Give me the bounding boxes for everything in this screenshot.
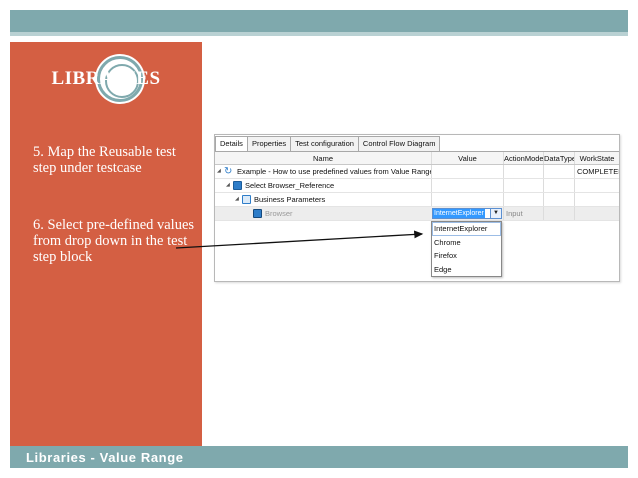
column-header-value[interactable]: Value bbox=[431, 152, 503, 164]
value-combobox[interactable]: InternetExplorer ▼ bbox=[432, 208, 502, 219]
parameter-icon bbox=[253, 209, 262, 218]
tab-properties[interactable]: Properties bbox=[246, 136, 292, 151]
column-header-work-state[interactable]: WorkState bbox=[574, 152, 619, 164]
row-action-mode: Input bbox=[506, 209, 523, 218]
row-name: Browser bbox=[265, 209, 293, 218]
table-row[interactable]: ◢ Business Parameters bbox=[215, 193, 619, 207]
header-band bbox=[10, 10, 628, 32]
table-row[interactable]: ◢ ↻ Example - How to use predefined valu… bbox=[215, 165, 619, 179]
row-name: Example - How to use predefined values f… bbox=[237, 167, 431, 176]
step-6-text: 6. Select pre-defined values from drop d… bbox=[33, 217, 195, 265]
row-name: Select Browser_Reference bbox=[245, 181, 335, 190]
slide-title: LIBRARIES bbox=[51, 68, 161, 89]
chevron-down-icon[interactable]: ▼ bbox=[490, 209, 501, 218]
test-case-refresh-icon: ↻ bbox=[224, 165, 233, 177]
dropdown-option-edge[interactable]: Edge bbox=[432, 263, 501, 277]
test-step-grid: Name Value ActionMode DataType WorkState… bbox=[215, 151, 619, 235]
grid-header-row: Name Value ActionMode DataType WorkState bbox=[215, 152, 619, 165]
column-header-name[interactable]: Name bbox=[215, 152, 431, 164]
dropdown-option-chrome[interactable]: Chrome bbox=[432, 236, 501, 250]
business-parameters-icon bbox=[242, 195, 251, 204]
step-5-text: 5. Map the Reusable test step under test… bbox=[33, 144, 176, 176]
tab-control-flow-diagram[interactable]: Control Flow Diagram bbox=[357, 136, 441, 151]
reusable-step-icon bbox=[233, 181, 242, 190]
tab-bar: Details Properties Test configuration Co… bbox=[215, 136, 441, 151]
dropdown-option-internetexplorer[interactable]: InternetExplorer bbox=[432, 222, 501, 236]
footer-title: Libraries - Value Range bbox=[26, 450, 184, 465]
test-editor-window: Details Properties Test configuration Co… bbox=[214, 134, 620, 282]
table-row-selected[interactable]: Browser InternetExplorer ▼ Input bbox=[215, 207, 619, 221]
table-row[interactable]: ◢ Select Browser_Reference bbox=[215, 179, 619, 193]
combobox-selected-value: InternetExplorer bbox=[433, 209, 485, 218]
tab-details[interactable]: Details bbox=[215, 136, 248, 151]
header-band-line bbox=[10, 32, 628, 36]
column-header-action-mode[interactable]: ActionMode bbox=[503, 152, 543, 164]
value-dropdown-list: InternetExplorer Chrome Firefox Edge bbox=[431, 221, 502, 277]
column-header-data-type[interactable]: DataType bbox=[543, 152, 574, 164]
tab-test-configuration[interactable]: Test configuration bbox=[290, 136, 359, 151]
expand-triangle-icon[interactable]: ◢ bbox=[235, 193, 242, 206]
table-row-empty bbox=[215, 221, 619, 235]
row-name: Business Parameters bbox=[254, 195, 326, 204]
dropdown-option-firefox[interactable]: Firefox bbox=[432, 249, 501, 263]
expand-triangle-icon[interactable]: ◢ bbox=[226, 179, 233, 192]
expand-triangle-icon[interactable]: ◢ bbox=[217, 165, 224, 178]
row-work-state: COMPLETED bbox=[574, 165, 619, 178]
